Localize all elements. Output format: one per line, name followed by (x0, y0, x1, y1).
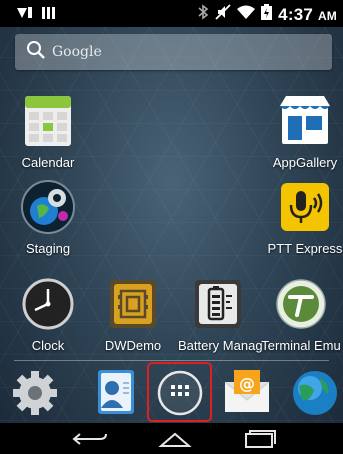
svg-text:@: @ (239, 374, 255, 393)
bluetooth-icon (197, 4, 209, 25)
home-screen: 4:37 AM Google Calendar AppGallery Stagi… (0, 0, 343, 454)
store-icon (276, 92, 334, 150)
navigation-bar (0, 423, 343, 454)
back-icon[interactable] (70, 428, 110, 450)
app-appgallery[interactable]: AppGallery (265, 92, 343, 170)
app-drawer-highlight (147, 362, 212, 422)
battery-manager-icon (189, 275, 247, 333)
dock-browser[interactable] (284, 364, 343, 420)
battery-icon (261, 4, 273, 25)
app-calendar[interactable]: Calendar (8, 92, 88, 170)
terminal-icon (272, 275, 330, 333)
vibrate-icon (16, 6, 34, 25)
ptt-icon (276, 178, 334, 236)
dock-settings[interactable] (4, 364, 66, 420)
app-terminal-emulator[interactable]: Terminal Emu (261, 275, 341, 353)
barcode-icon (104, 275, 162, 333)
app-battery-manager[interactable]: Battery Manag (178, 275, 263, 353)
app-staging[interactable]: Staging (8, 178, 88, 256)
dock-divider (14, 360, 329, 361)
status-time: 4:37 AM (278, 4, 337, 24)
search-placeholder: Google (52, 44, 102, 60)
gear-icon (4, 371, 66, 424)
home-icon[interactable] (155, 428, 195, 450)
app-dwdemo[interactable]: DWDemo (93, 275, 173, 353)
status-bar: 4:37 AM (0, 0, 343, 27)
contacts-icon (85, 370, 147, 424)
google-search-bar[interactable]: Google (15, 34, 332, 70)
signal-bars-icon (42, 6, 56, 25)
wifi-icon (237, 5, 256, 25)
mute-icon (215, 4, 231, 25)
app-clock[interactable]: Clock (8, 275, 88, 353)
browser-globe-icon (284, 371, 343, 424)
dock-email[interactable]: @ (216, 364, 278, 420)
calendar-icon (19, 92, 77, 150)
globe-staging-icon (19, 178, 77, 236)
app-ptt-express[interactable]: PTT Express (265, 178, 343, 256)
recents-icon[interactable] (240, 428, 280, 450)
email-icon: @ (216, 370, 278, 424)
search-icon (26, 40, 46, 65)
dock-contacts[interactable] (85, 364, 147, 420)
clock-icon (19, 275, 77, 333)
